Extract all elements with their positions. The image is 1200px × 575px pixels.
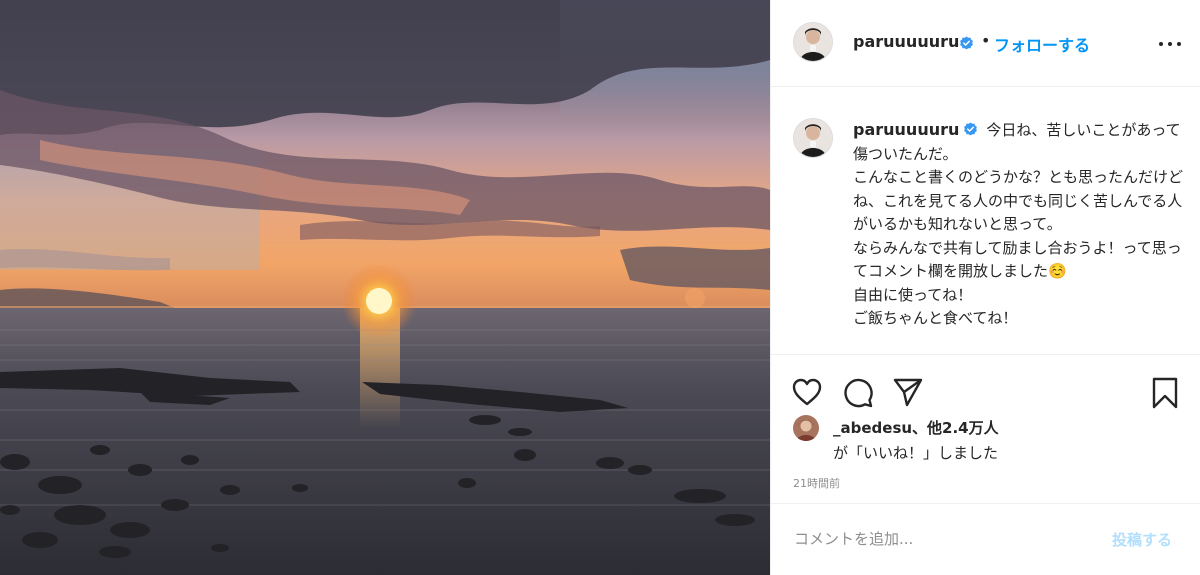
post-timestamp[interactable]: 21時間前 [793, 475, 840, 491]
author-username[interactable]: paruuuuuru [853, 32, 959, 51]
verified-badge-icon [964, 122, 978, 136]
likes-count-link[interactable]: _abedesu、他2.4万人 [833, 417, 999, 438]
caption-line: 自由に使ってね！ [853, 285, 973, 304]
more-horizontal-icon[interactable] [1159, 40, 1181, 48]
paper-plane-icon[interactable] [892, 377, 924, 407]
caption-author-avatar[interactable] [793, 118, 833, 158]
comment-form: 投稿する [771, 503, 1200, 575]
caption-username[interactable]: paruuuuuru [853, 120, 959, 139]
comment-input[interactable] [792, 526, 1096, 552]
caption-line: ならみんなで共有して励まし合おうよ！って思ってコメント欄を開放しました☺️ [853, 238, 1182, 281]
heart-icon[interactable] [791, 377, 823, 407]
post-photo[interactable] [0, 0, 770, 575]
caption-line: こんなこと書くのどうかな？とも思ったんだけどね、これを見てる人の中でも同じく苦し… [853, 168, 1184, 233]
author-avatar[interactable] [793, 22, 833, 62]
caption-text: paruuuuuru 今日ね、苦しいことがあって傷ついたんだ。 こんなこと書くの… [853, 118, 1183, 331]
liker-avatar[interactable] [793, 415, 819, 441]
header-separator: • [981, 31, 991, 50]
verified-badge-icon [960, 36, 973, 50]
instagram-post: paruuuuuru • フォローする paruuuuuru 今日ね、苦しいこと… [0, 0, 1200, 575]
follow-button[interactable]: フォローする [994, 32, 1090, 56]
sunset-sea-image [0, 0, 770, 575]
post-comment-button[interactable]: 投稿する [1112, 529, 1172, 550]
caption-line: ご飯ちゃんと食べてね！ [853, 309, 1018, 327]
post-side-panel: paruuuuuru • フォローする paruuuuuru 今日ね、苦しいこと… [770, 0, 1200, 575]
action-bar: _abedesu、他2.4万人 が「いいね！」しました 21時間前 [771, 354, 1200, 490]
comment-icon[interactable] [842, 377, 874, 408]
bookmark-icon[interactable] [1151, 377, 1179, 409]
caption-section: paruuuuuru 今日ね、苦しいことがあって傷ついたんだ。 こんなこと書くの… [771, 88, 1200, 354]
likes-suffix-text: が「いいね！」しました [833, 444, 999, 462]
post-header: paruuuuuru • フォローする [771, 0, 1200, 87]
